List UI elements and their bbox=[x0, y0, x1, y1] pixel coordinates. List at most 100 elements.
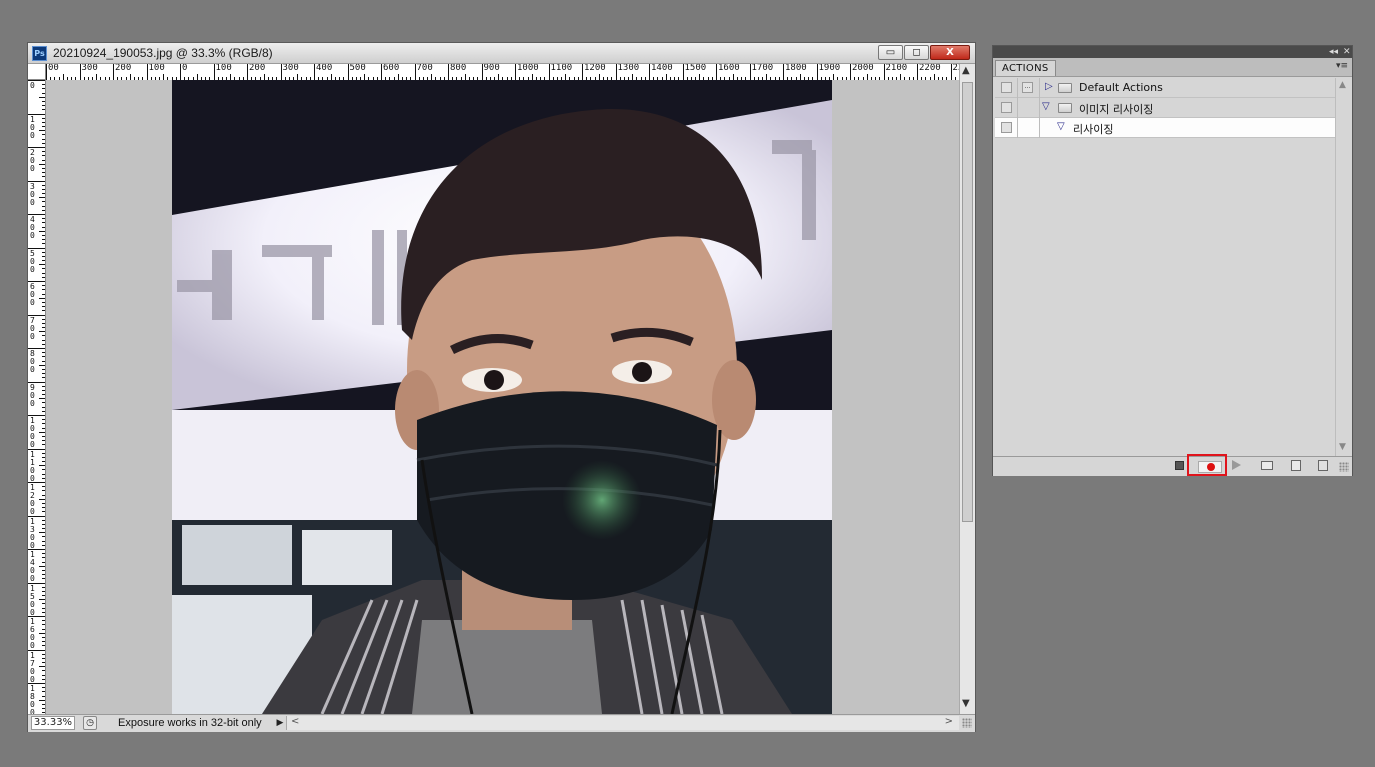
panel-menu-icon[interactable]: ▾≡ bbox=[1336, 61, 1348, 71]
ruler-minor-tick bbox=[39, 666, 45, 668]
document-image[interactable] bbox=[172, 80, 832, 714]
ruler-origin[interactable] bbox=[28, 64, 46, 80]
ruler-minor-tick bbox=[42, 88, 45, 90]
ruler-major-tick bbox=[448, 64, 449, 80]
action-set-default-actions[interactable]: … ▷ Default Actions bbox=[995, 78, 1335, 98]
toggle-item-checkbox[interactable] bbox=[1001, 122, 1012, 133]
status-info-icon[interactable]: ◷ bbox=[83, 716, 97, 730]
canvas-area[interactable] bbox=[46, 80, 959, 714]
toggle-item-checkbox[interactable] bbox=[1001, 82, 1012, 93]
scroll-right-arrow-icon[interactable]: > bbox=[945, 716, 953, 727]
zoom-level-field[interactable]: 33.33% bbox=[31, 716, 75, 730]
ruler-minor-tick bbox=[42, 691, 45, 693]
ruler-major-tick bbox=[213, 64, 215, 80]
dialog-toggle-icon[interactable]: … bbox=[1022, 82, 1033, 93]
ruler-major-tick bbox=[247, 64, 248, 80]
ruler-minor-tick bbox=[39, 532, 45, 534]
panel-resize-grip[interactable] bbox=[1339, 462, 1349, 472]
ruler-minor-tick bbox=[42, 561, 45, 563]
scroll-down-arrow-icon[interactable]: ▼ bbox=[1339, 442, 1346, 452]
maximize-button[interactable]: ◻ bbox=[904, 45, 929, 60]
ruler-minor-tick bbox=[39, 565, 45, 567]
panel-header-bar[interactable]: ◂◂ ✕ bbox=[993, 46, 1352, 58]
ruler-minor-tick bbox=[42, 678, 45, 680]
ruler-tick-label: 900 bbox=[30, 382, 35, 408]
panel-scrollbar[interactable]: ▲ ▼ bbox=[1335, 78, 1351, 456]
status-menu-arrow-icon[interactable]: ▶ bbox=[274, 716, 286, 730]
ruler-major-tick bbox=[414, 64, 416, 80]
ruler-minor-tick bbox=[42, 620, 45, 622]
ruler-tick-label: 1200 bbox=[30, 483, 35, 516]
action-resizing[interactable]: ▽ 리사이징 bbox=[995, 118, 1335, 138]
toggle-item-checkbox[interactable] bbox=[1001, 102, 1012, 113]
create-new-set-button[interactable] bbox=[1261, 461, 1273, 470]
ruler-minor-tick bbox=[42, 674, 45, 676]
resize-grip[interactable] bbox=[962, 718, 972, 728]
ruler-minor-tick bbox=[42, 502, 45, 504]
vertical-ruler[interactable]: 0 100 200 300 400 500 600 700 800 900 1000 1100 1200… bbox=[28, 80, 46, 714]
ruler-minor-tick bbox=[42, 218, 45, 220]
ruler-major-tick bbox=[615, 64, 617, 80]
horizontal-scrollbar[interactable]: < > bbox=[286, 716, 959, 730]
vertical-scrollbar[interactable]: ▲ ▼ bbox=[959, 64, 975, 714]
record-icon bbox=[1207, 463, 1215, 471]
ruler-minor-tick bbox=[42, 456, 45, 458]
minimize-button[interactable]: ▭ bbox=[878, 45, 903, 60]
collapse-panel-icon[interactable]: ◂◂ bbox=[1329, 46, 1338, 58]
ruler-minor-tick bbox=[42, 188, 45, 190]
ruler-minor-tick bbox=[42, 121, 45, 123]
folder-icon bbox=[1058, 83, 1072, 93]
scroll-left-arrow-icon[interactable]: < bbox=[291, 716, 299, 727]
ruler-minor-tick bbox=[39, 264, 45, 266]
close-button[interactable]: X bbox=[930, 45, 970, 60]
close-panel-icon[interactable]: ✕ bbox=[1343, 46, 1351, 58]
ruler-minor-tick bbox=[42, 117, 45, 119]
ruler-minor-tick bbox=[42, 578, 45, 580]
action-set-image-resizing[interactable]: ▽ 이미지 리사이징 bbox=[995, 98, 1335, 118]
ruler-minor-tick bbox=[42, 603, 45, 605]
ruler-major-tick bbox=[481, 64, 483, 80]
collapse-triangle-icon[interactable]: ▽ bbox=[1042, 101, 1050, 112]
ruler-minor-tick bbox=[39, 96, 45, 98]
document-title-bar[interactable]: Ps 20210924_190053.jpg @ 33.3% (RGB/8) ▭… bbox=[28, 43, 975, 64]
ruler-minor-tick bbox=[42, 155, 45, 157]
ruler-minor-tick bbox=[42, 343, 45, 345]
column-divider bbox=[1017, 98, 1018, 118]
horizontal-ruler[interactable]: 00 300 200 100 0 100 200 300 400 500 600 700 800 900 1… bbox=[46, 64, 959, 81]
ruler-tick-label: 0 bbox=[30, 81, 35, 90]
ruler-minor-tick bbox=[42, 540, 45, 542]
ruler-minor-tick bbox=[42, 703, 45, 705]
ruler-minor-tick bbox=[42, 322, 45, 324]
vertical-scroll-thumb[interactable] bbox=[962, 82, 973, 522]
begin-recording-button[interactable] bbox=[1198, 461, 1222, 473]
expand-triangle-icon[interactable]: ▷ bbox=[1045, 81, 1053, 92]
ruler-minor-tick bbox=[42, 473, 45, 475]
ruler-minor-tick bbox=[39, 498, 45, 500]
play-selection-button[interactable] bbox=[1232, 460, 1241, 470]
ruler-tick-label: 400 bbox=[316, 64, 333, 73]
tab-actions[interactable]: ACTIONS bbox=[995, 60, 1056, 76]
ruler-minor-tick bbox=[42, 452, 45, 454]
ruler-minor-tick bbox=[42, 243, 45, 245]
actions-list: … ▷ Default Actions ▽ 이미지 리사이징 ▽ 리사이징 bbox=[995, 78, 1335, 456]
scroll-down-arrow-icon[interactable]: ▼ bbox=[962, 698, 970, 709]
ruler-major-tick bbox=[883, 64, 885, 80]
ruler-minor-tick bbox=[42, 234, 45, 236]
ruler-minor-tick bbox=[42, 193, 45, 195]
collapse-triangle-icon[interactable]: ▽ bbox=[1057, 121, 1065, 132]
ruler-minor-tick bbox=[42, 507, 45, 509]
scroll-up-arrow-icon[interactable]: ▲ bbox=[962, 65, 970, 76]
ruler-minor-tick bbox=[42, 406, 45, 408]
ruler-tick-label: 500 bbox=[30, 248, 35, 274]
ruler-minor-tick bbox=[42, 373, 45, 375]
ruler-minor-tick bbox=[42, 590, 45, 592]
ruler-minor-tick bbox=[42, 389, 45, 391]
stop-recording-button[interactable] bbox=[1175, 461, 1184, 470]
ruler-tick-label: 1400 bbox=[30, 550, 35, 583]
ruler-tick-label: 1100 bbox=[550, 64, 573, 73]
create-new-action-button[interactable] bbox=[1291, 460, 1301, 471]
trash-icon[interactable] bbox=[1318, 460, 1328, 471]
actions-panel: ◂◂ ✕ ACTIONS ▾≡ … ▷ Default Actions ▽ 이미… bbox=[992, 45, 1353, 476]
scroll-up-arrow-icon[interactable]: ▲ bbox=[1339, 80, 1346, 90]
ruler-minor-tick bbox=[42, 708, 45, 710]
